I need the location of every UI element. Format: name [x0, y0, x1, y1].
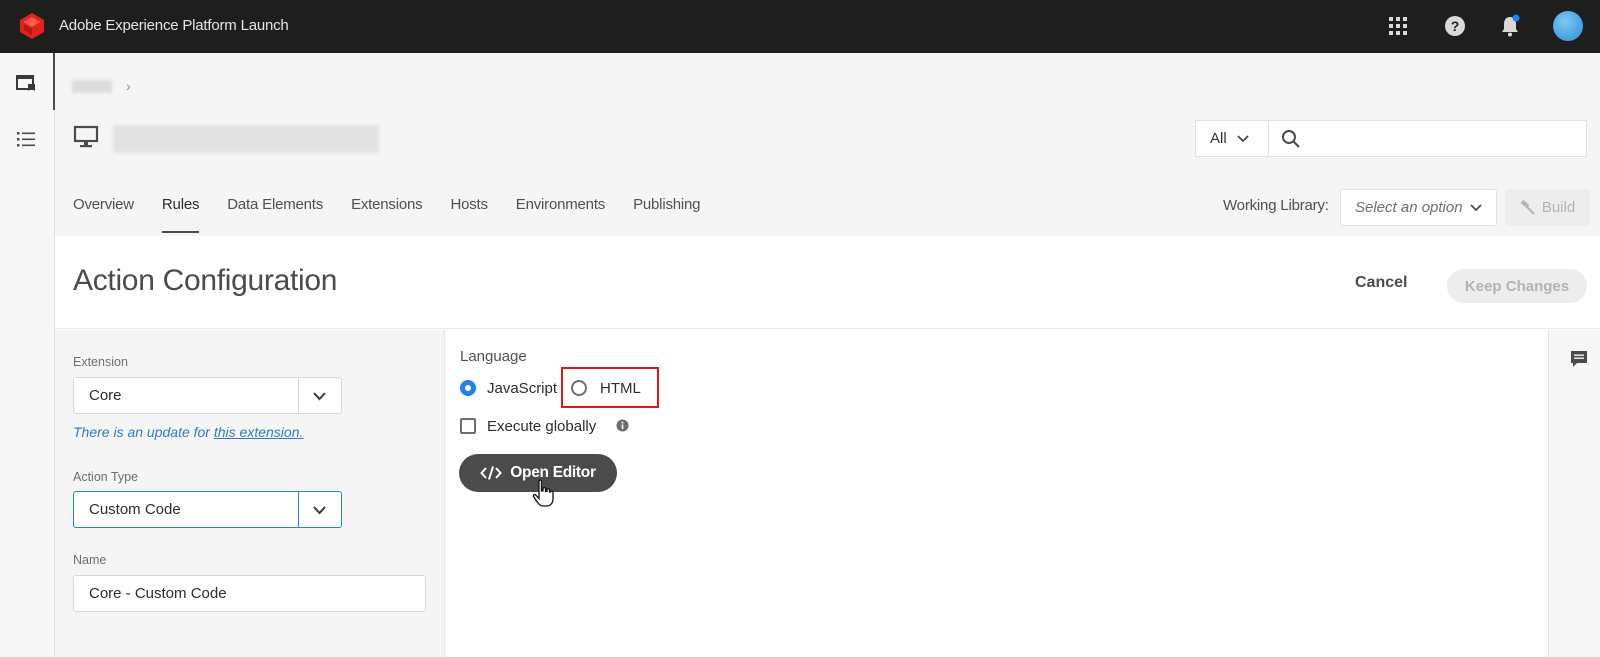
execute-globally-label[interactable]: Execute globally: [487, 418, 596, 435]
update-extension-link[interactable]: this extension.: [214, 424, 304, 440]
right-rail: [1548, 330, 1600, 657]
hammer-icon: [1520, 199, 1535, 215]
tab-publishing[interactable]: Publishing: [633, 195, 700, 233]
html-radio[interactable]: [571, 380, 587, 396]
name-label: Name: [73, 553, 107, 567]
action-type-value: Custom Code: [89, 501, 181, 518]
cancel-button[interactable]: Cancel: [1355, 274, 1407, 292]
comment-icon[interactable]: [1569, 349, 1589, 369]
breadcrumb: ›: [72, 78, 131, 94]
breadcrumb-redacted[interactable]: [72, 79, 112, 93]
action-type-label: Action Type: [73, 470, 139, 484]
update-note: There is an update for this extension.: [73, 424, 303, 440]
search-input[interactable]: [1309, 121, 1586, 156]
apps-grid-icon[interactable]: [1386, 14, 1410, 38]
chevron-down-icon: [1237, 134, 1249, 142]
tab-extensions[interactable]: Extensions: [351, 195, 423, 233]
build-button[interactable]: Build: [1505, 189, 1590, 226]
breadcrumb-chevron-icon: ›: [126, 78, 131, 94]
user-avatar[interactable]: [1553, 11, 1583, 41]
language-label: Language: [460, 348, 527, 365]
tab-environments[interactable]: Environments: [516, 195, 606, 233]
html-radio-label[interactable]: HTML: [600, 380, 641, 397]
help-icon[interactable]: ?: [1443, 14, 1467, 38]
desktop-icon: [73, 125, 99, 148]
code-icon: [480, 466, 503, 480]
search-icon: [1282, 129, 1300, 148]
search-scope-value: All: [1210, 130, 1227, 147]
list-icon[interactable]: [14, 127, 38, 151]
chevron-down-icon: [313, 392, 326, 401]
page-title: Action Configuration: [73, 264, 338, 297]
build-label: Build: [1541, 199, 1576, 216]
javascript-radio-label[interactable]: JavaScript: [487, 380, 557, 397]
extension-label: Extension: [73, 355, 128, 369]
info-icon[interactable]: [616, 419, 629, 432]
action-type-select[interactable]: Custom Code: [73, 491, 342, 528]
keep-changes-button[interactable]: Keep Changes: [1447, 269, 1587, 303]
nav-tabs: Overview Rules Data Elements Extensions …: [73, 195, 728, 233]
tab-hosts[interactable]: Hosts: [450, 195, 488, 233]
chevron-down-icon: [1470, 204, 1482, 212]
hand-cursor-icon: [532, 479, 554, 507]
notifications-bell-icon[interactable]: [1498, 14, 1522, 38]
search-bar: All: [1195, 120, 1587, 157]
extension-select[interactable]: Core: [73, 377, 342, 414]
search-scope-select[interactable]: All: [1196, 121, 1269, 156]
tab-overview[interactable]: Overview: [73, 195, 134, 233]
working-library-placeholder: Select an option: [1355, 199, 1463, 216]
app-title: Adobe Experience Platform Launch: [59, 17, 289, 34]
working-library-select[interactable]: Select an option: [1340, 189, 1497, 226]
adobe-launch-logo[interactable]: [18, 12, 46, 40]
javascript-radio[interactable]: [460, 380, 476, 396]
tab-data-elements[interactable]: Data Elements: [227, 195, 323, 233]
extension-value: Core: [89, 387, 122, 404]
svg-text:?: ?: [1451, 18, 1460, 34]
properties-icon[interactable]: [14, 72, 38, 96]
update-note-text: There is an update for: [73, 424, 210, 440]
property-name-redacted: [113, 122, 379, 156]
top-bar: Adobe Experience Platform Launch ?: [0, 0, 1600, 53]
execute-globally-checkbox[interactable]: [460, 418, 476, 434]
chevron-down-icon: [313, 506, 326, 515]
working-library-label: Working Library:: [1223, 197, 1329, 214]
name-input[interactable]: [73, 575, 426, 612]
search-field: [1269, 121, 1586, 156]
tab-rules[interactable]: Rules: [161, 195, 200, 233]
